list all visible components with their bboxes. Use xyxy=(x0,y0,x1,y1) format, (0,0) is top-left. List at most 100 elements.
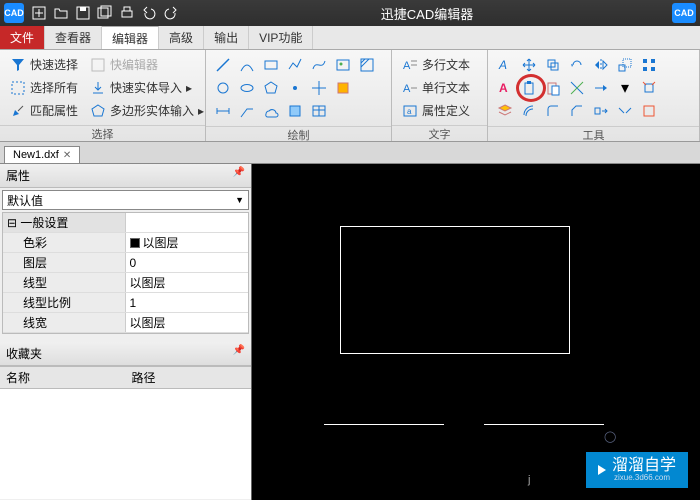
attrdef-icon: a xyxy=(402,103,418,119)
table-icon[interactable] xyxy=(308,100,330,122)
prop-row-linetype[interactable]: 线型以图层 xyxy=(3,273,248,293)
hatch-icon[interactable] xyxy=(356,54,378,76)
drawn-line-2 xyxy=(484,424,604,425)
new-icon[interactable] xyxy=(29,3,49,23)
undo-icon[interactable] xyxy=(139,3,159,23)
saveall-icon[interactable] xyxy=(95,3,115,23)
prop-row-color[interactable]: 色彩以图层 xyxy=(3,233,248,253)
svg-text:A: A xyxy=(499,81,508,95)
pin-icon[interactable]: 📌 xyxy=(233,167,245,184)
doc-tab-1[interactable]: New1.dxf ✕ xyxy=(4,146,80,163)
doc-tab-label: New1.dxf xyxy=(13,149,59,161)
clipboard-icon[interactable] xyxy=(518,77,540,99)
import-icon xyxy=(90,80,106,96)
prop-section-general[interactable]: ⊟ 一般设置 xyxy=(3,213,248,233)
match-props-button[interactable]: 匹配属性 xyxy=(6,100,82,121)
quick-entity-import-button[interactable]: 快速实体导入 ▸ xyxy=(86,77,208,98)
region-icon[interactable] xyxy=(284,100,306,122)
tab-advanced[interactable]: 高级 xyxy=(159,26,204,49)
fav-col-name[interactable]: 名称 xyxy=(0,367,126,388)
properties-header: 属性 📌 xyxy=(0,164,251,188)
paste-icon[interactable] xyxy=(542,77,564,99)
polygon-draw-icon[interactable] xyxy=(260,77,282,99)
stext-button[interactable]: A单行文本 xyxy=(398,77,474,98)
polyline-icon[interactable] xyxy=(284,54,306,76)
mirror-icon[interactable] xyxy=(590,54,612,76)
point-icon[interactable] xyxy=(284,77,306,99)
copy-icon[interactable] xyxy=(542,54,564,76)
break-icon[interactable]: ▾ xyxy=(614,77,636,99)
favorites-columns: 名称 路径 xyxy=(0,366,251,389)
block-icon[interactable] xyxy=(332,77,354,99)
chamfer-icon[interactable] xyxy=(566,100,588,122)
drawn-line-1 xyxy=(324,424,444,425)
polygon-icon xyxy=(90,103,106,119)
drawn-rectangle xyxy=(340,226,570,354)
tab-viewer[interactable]: 查看器 xyxy=(45,26,102,49)
prop-row-lineweight[interactable]: 线宽以图层 xyxy=(3,313,248,333)
ribbon-group-tools: A A ▾ xyxy=(488,50,700,141)
extend-dropdown-icon[interactable] xyxy=(590,77,612,99)
spline-icon[interactable] xyxy=(308,54,330,76)
print-icon[interactable] xyxy=(117,3,137,23)
play-icon xyxy=(598,465,606,475)
explode-icon[interactable] xyxy=(638,77,660,99)
filter-icon xyxy=(10,57,26,73)
offset-icon[interactable] xyxy=(518,100,540,122)
circle-icon[interactable] xyxy=(212,77,234,99)
move-icon[interactable] xyxy=(518,54,540,76)
polygon-input-button[interactable]: 多边形实体输入 ▸ xyxy=(86,100,208,121)
tab-editor[interactable]: 编辑器 xyxy=(102,26,159,49)
join-icon[interactable] xyxy=(614,100,636,122)
stretch-icon[interactable] xyxy=(590,100,612,122)
open-icon[interactable] xyxy=(51,3,71,23)
combo-value: 默认值 xyxy=(7,192,43,209)
watermark-j: j xyxy=(528,474,530,486)
fillet-icon[interactable] xyxy=(542,100,564,122)
save-icon[interactable] xyxy=(73,3,93,23)
ribbon-group-draw: 绘制 xyxy=(206,50,392,141)
rotate-icon[interactable] xyxy=(566,54,588,76)
tab-output[interactable]: 输出 xyxy=(204,26,249,49)
quick-select-button[interactable]: 快速选择 xyxy=(6,54,82,75)
brand-url: zixue.3d66.com xyxy=(614,474,676,482)
rectangle-icon[interactable] xyxy=(260,54,282,76)
dim-style-icon[interactable]: A xyxy=(494,77,516,99)
dimension-icon[interactable] xyxy=(212,100,234,122)
ellipse-icon[interactable] xyxy=(236,77,258,99)
app-icon: CAD xyxy=(4,3,24,23)
mtext-button[interactable]: A多行文本 xyxy=(398,54,474,75)
align-icon[interactable] xyxy=(638,100,660,122)
insert-image-icon[interactable] xyxy=(332,54,354,76)
tab-vip[interactable]: VIP功能 xyxy=(249,26,313,49)
scale-icon[interactable] xyxy=(614,54,636,76)
layers-icon[interactable] xyxy=(494,100,516,122)
trim-icon[interactable] xyxy=(566,77,588,99)
select-all-button[interactable]: 选择所有 xyxy=(6,77,82,98)
array-icon[interactable] xyxy=(638,54,660,76)
pin-icon[interactable]: 📌 xyxy=(233,345,245,362)
prop-row-ltscale[interactable]: 线型比例1 xyxy=(3,293,248,313)
attrdef-button[interactable]: a属性定义 xyxy=(398,100,474,121)
title-bar: CAD 迅捷CAD编辑器 CAD xyxy=(0,0,700,26)
cloud-icon[interactable] xyxy=(260,100,282,122)
fav-col-path[interactable]: 路径 xyxy=(126,367,252,388)
leader-icon[interactable] xyxy=(236,100,258,122)
selection-combo[interactable]: 默认值 ▼ xyxy=(2,190,249,210)
quick-editor-label: 快编辑器 xyxy=(110,56,158,73)
close-icon[interactable]: ✕ xyxy=(63,150,71,161)
svg-text:A: A xyxy=(403,60,411,72)
tab-file[interactable]: 文件 xyxy=(0,26,45,49)
properties-title: 属性 xyxy=(6,167,30,184)
drawing-canvas[interactable] xyxy=(252,164,700,500)
ribbon: 快速选择 选择所有 匹配属性 快编辑器 快速实体导入 ▸ 多边形实体输入 ▸ 选… xyxy=(0,50,700,142)
property-grid: ⊟ 一般设置 色彩以图层 图层0 线型以图层 线型比例1 线宽以图层 xyxy=(2,212,249,334)
text-style-icon[interactable]: A xyxy=(494,54,516,76)
arc-icon[interactable] xyxy=(236,54,258,76)
line-icon[interactable] xyxy=(212,54,234,76)
svg-text:a: a xyxy=(407,107,412,116)
svg-text:A: A xyxy=(498,58,507,72)
prop-row-layer[interactable]: 图层0 xyxy=(3,253,248,273)
xline-icon[interactable] xyxy=(308,77,330,99)
redo-icon[interactable] xyxy=(161,3,181,23)
